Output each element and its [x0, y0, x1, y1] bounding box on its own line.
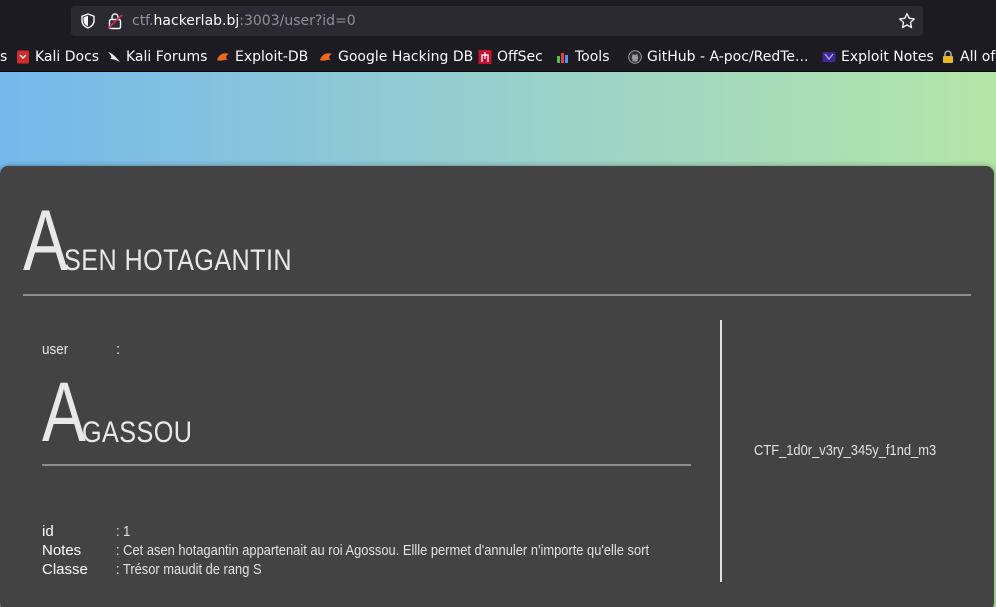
title-divider: [23, 294, 971, 296]
exploit-db-icon: [217, 53, 229, 61]
github-icon: [628, 50, 642, 64]
kali-docs-icon: [17, 50, 29, 64]
lock-bookmark-icon: [943, 50, 953, 63]
field-key: id: [42, 523, 54, 540]
bookmark-label: Exploit Notes: [841, 49, 934, 65]
url-text[interactable]: ctf.hackerlab.bj:3003/user?id=0: [132, 12, 356, 30]
bookmark-item-kali-docs[interactable]: Kali Docs: [16, 48, 99, 66]
bookmark-item-all-of[interactable]: All of: [941, 48, 995, 66]
ghdb-icon: [320, 53, 332, 61]
tracking-protection-icon[interactable]: [80, 13, 96, 29]
offsec-icon: [478, 50, 492, 64]
item-title-rest: SEN HOTAGANTIN: [64, 244, 293, 277]
item-card: A SEN HOTAGANTIN user : A GASSOU id : 1 …: [0, 166, 994, 607]
exploit-notes-icon: [822, 52, 836, 62]
bookmark-item-ghdb[interactable]: Google Hacking DB: [319, 48, 473, 66]
vertical-divider: [720, 320, 722, 582]
item-title: A SEN HOTAGANTIN: [23, 188, 336, 284]
owner-name-rest: GASSOU: [82, 416, 193, 449]
field-key: Classe: [42, 561, 88, 578]
kali-dragon-icon: [108, 52, 120, 62]
bookmark-label: GitHub - A-poc/RedTe...: [647, 49, 809, 65]
tools-icon: [557, 53, 568, 63]
owner-name-initial: A: [42, 365, 86, 459]
insecure-lock-icon[interactable]: [107, 12, 123, 30]
url-host: hackerlab.bj: [153, 13, 240, 29]
bookmark-star-icon[interactable]: [898, 12, 916, 30]
field-value: : 1: [116, 523, 131, 540]
bookmark-item-github[interactable]: GitHub - A-poc/RedTe...: [628, 48, 808, 66]
bookmark-label: Kali Forums: [126, 49, 208, 65]
bookmark-item-exploit-notes[interactable]: Exploit Notes: [822, 48, 934, 66]
bookmark-item-exploit-db[interactable]: Exploit-DB: [216, 48, 308, 66]
browser-toolbar: ctf.hackerlab.bj:3003/user?id=0: [0, 0, 996, 42]
user-separator: :: [116, 341, 121, 358]
owner-divider: [42, 464, 691, 466]
bookmark-label: s: [0, 49, 8, 65]
url-suffix: :3003/user?id=0: [239, 13, 356, 29]
bookmark-label: Tools: [575, 49, 610, 65]
bookmark-item-offsec[interactable]: OffSec: [478, 48, 543, 66]
item-title-initial: A: [23, 193, 68, 289]
bookmark-label: All of: [960, 49, 996, 65]
bookmark-label: OffSec: [497, 49, 543, 65]
bookmark-label: Google Hacking DB: [338, 49, 474, 65]
page-background: A SEN HOTAGANTIN user : A GASSOU id : 1 …: [0, 72, 996, 607]
bookmark-label: Kali Docs: [35, 49, 100, 65]
bookmark-label: Exploit-DB: [235, 49, 309, 65]
url-prefix: ctf.: [132, 13, 154, 29]
bookmark-item-partial[interactable]: s: [0, 48, 7, 66]
bookmark-item-tools[interactable]: Tools: [556, 48, 610, 66]
bookmarks-bar: s Kali Docs Kali Forums Exploit-DB Googl…: [0, 42, 996, 72]
url-bar[interactable]: ctf.hackerlab.bj:3003/user?id=0: [71, 6, 923, 36]
item-details: user : A GASSOU id : 1 Notes : Cet asen …: [42, 316, 692, 586]
owner-name: A GASSOU: [42, 368, 213, 454]
field-value: : Cet asen hotagantin appartenait au roi…: [116, 542, 650, 559]
field-key: Notes: [42, 542, 82, 559]
field-value: : Trésor maudit de rang S: [116, 561, 262, 578]
user-label: user: [42, 341, 69, 358]
flag-text: CTF_1d0r_v3ry_345y_f1nd_m3: [754, 442, 937, 459]
bookmark-item-kali-forums[interactable]: Kali Forums: [107, 48, 207, 66]
